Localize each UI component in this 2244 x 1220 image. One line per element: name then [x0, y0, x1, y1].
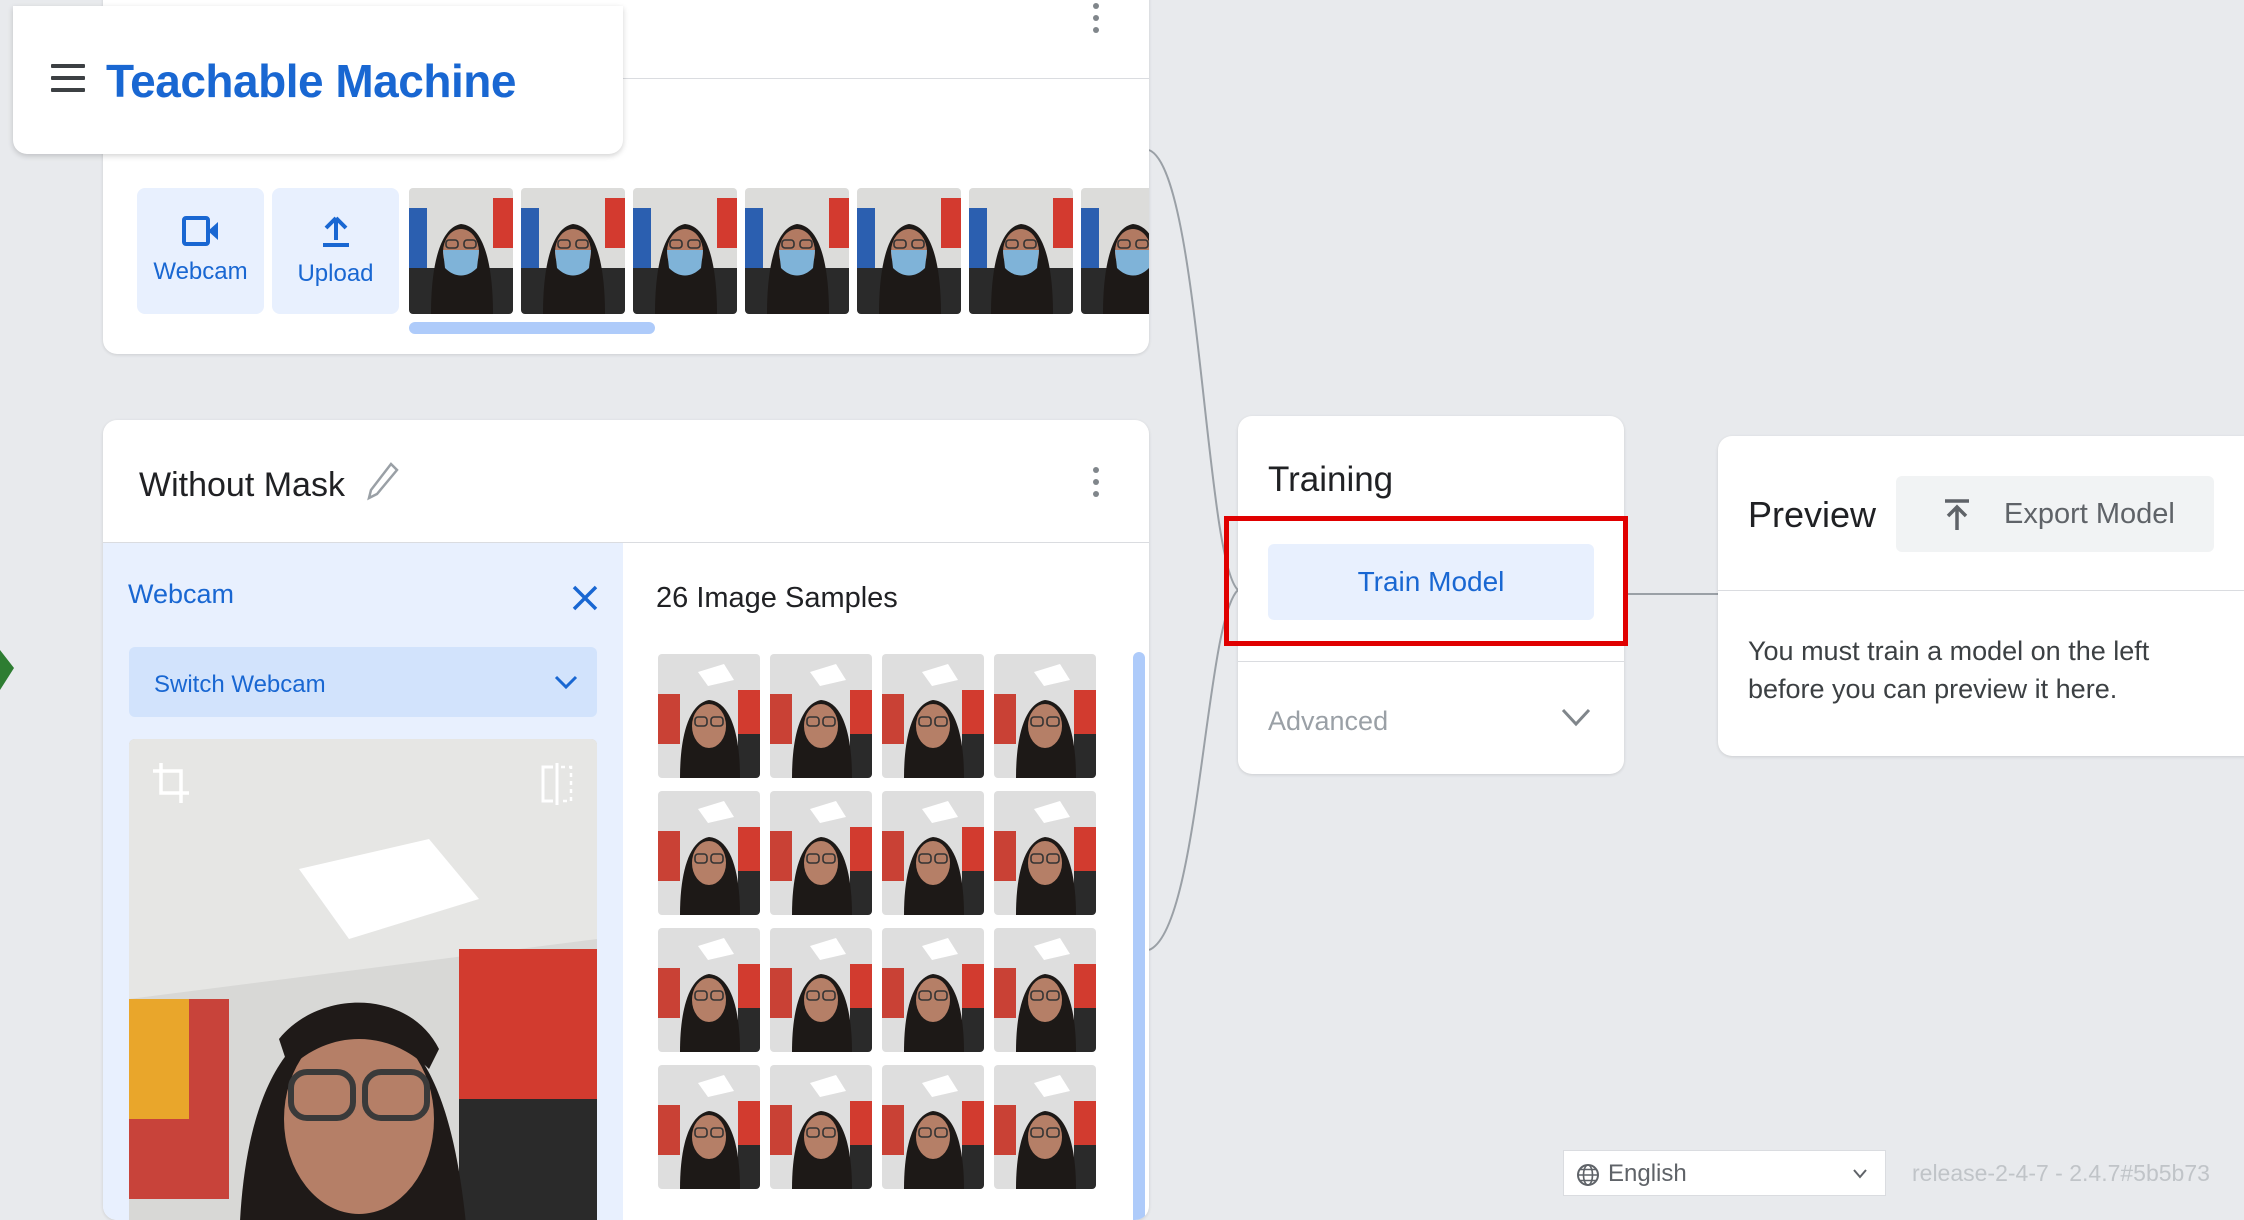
flip-icon[interactable] — [539, 763, 575, 805]
sample-thumbnail[interactable] — [770, 1065, 872, 1189]
webcam-panel: Webcam Switch Webcam — [103, 543, 623, 1220]
close-icon[interactable] — [570, 583, 600, 613]
class-options-icon[interactable] — [1091, 2, 1101, 38]
export-model-button[interactable]: Export Model — [1896, 476, 2214, 552]
release-version: release-2-4-7 - 2.4.7#5b5b73 — [1912, 1160, 2210, 1186]
webcam-icon — [181, 216, 218, 246]
sample-thumbnail[interactable] — [882, 1065, 984, 1189]
class-options-icon[interactable] — [1091, 466, 1101, 502]
switch-webcam-label: Switch Webcam — [154, 671, 326, 698]
sample-thumbnail[interactable] — [969, 188, 1073, 314]
chevron-down-icon — [1853, 1169, 1867, 1179]
sample-thumbnail[interactable] — [633, 188, 737, 314]
app-title: Teachable Machine — [106, 55, 516, 107]
sample-thumbnail[interactable] — [521, 188, 625, 314]
sample-thumbnail[interactable] — [770, 928, 872, 1052]
upload-icon — [322, 216, 349, 247]
export-model-label: Export Model — [2004, 498, 2175, 530]
language-label: English — [1608, 1160, 1687, 1187]
highlight-box — [1224, 516, 1628, 646]
webcam-panel-title: Webcam — [128, 579, 235, 609]
chevron-down-icon — [554, 675, 578, 690]
thumbnail-scrollbar[interactable] — [409, 322, 655, 334]
sample-thumbnail[interactable] — [994, 928, 1096, 1052]
app-header: Teachable Machine — [13, 6, 623, 154]
crop-icon[interactable] — [151, 761, 191, 805]
globe-icon — [1577, 1164, 1599, 1186]
webcam-source-label: Webcam — [153, 258, 248, 285]
sample-thumbnail[interactable] — [994, 1065, 1096, 1189]
sample-thumbnail[interactable] — [882, 654, 984, 778]
sample-thumbnail[interactable] — [857, 188, 961, 314]
training-divider — [1238, 661, 1624, 662]
class-card-without-mask: Without Mask Webcam Switch Webcam 26 Ima… — [103, 420, 1149, 1220]
sample-thumbnail[interactable] — [658, 654, 760, 778]
sample-thumbnail[interactable] — [658, 928, 760, 1052]
sample-thumbnail[interactable] — [770, 791, 872, 915]
preview-title: Preview — [1748, 494, 1877, 535]
training-title: Training — [1268, 460, 1394, 499]
preview-divider — [1718, 590, 2244, 591]
sample-thumbnail[interactable] — [1081, 188, 1149, 314]
sample-thumbnail[interactable] — [658, 1065, 760, 1189]
switch-webcam-select[interactable]: Switch Webcam — [129, 647, 597, 717]
chevron-down-icon[interactable] — [1560, 706, 1592, 728]
sample-thumbnail[interactable] — [882, 791, 984, 915]
image-samples-count: 26 Image Samples — [656, 582, 898, 614]
sample-thumbnail[interactable] — [770, 654, 872, 778]
upload-source-label: Upload — [297, 260, 374, 287]
webcam-source-button[interactable]: Webcam — [137, 188, 264, 314]
sample-thumbnail[interactable] — [409, 188, 513, 314]
advanced-toggle[interactable]: Advanced — [1268, 706, 1388, 737]
edit-pencil-icon[interactable] — [365, 460, 401, 502]
sample-thumbnail[interactable] — [994, 654, 1096, 778]
webcam-feed — [129, 739, 597, 1220]
language-select[interactable]: English — [1563, 1150, 1886, 1196]
preview-message: You must train a model on the left befor… — [1748, 636, 2150, 704]
sample-thumbnail[interactable] — [882, 928, 984, 1052]
class-name[interactable]: Without Mask — [139, 466, 345, 505]
sample-thumbnail[interactable] — [658, 791, 760, 915]
samples-scrollbar[interactable] — [1133, 652, 1145, 1220]
sample-thumbnail[interactable] — [745, 188, 849, 314]
upload-source-button[interactable]: Upload — [272, 188, 399, 314]
menu-icon[interactable] — [51, 64, 85, 92]
sample-thumbnail[interactable] — [994, 791, 1096, 915]
preview-card: Preview Export Model You must train a mo… — [1718, 436, 2244, 756]
export-icon — [1945, 499, 1969, 530]
